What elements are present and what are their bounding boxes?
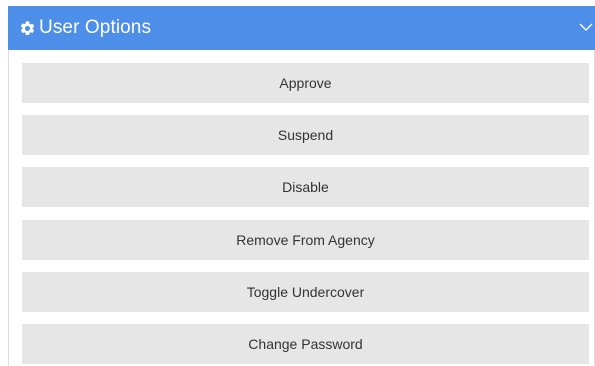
remove-from-agency-button[interactable]: Remove From Agency <box>22 220 589 260</box>
disable-button[interactable]: Disable <box>22 167 589 207</box>
suspend-button[interactable]: Suspend <box>22 115 589 155</box>
approve-button[interactable]: Approve <box>22 63 589 103</box>
toggle-undercover-button[interactable]: Toggle Undercover <box>22 272 589 312</box>
user-options-header[interactable]: User Options <box>8 6 595 50</box>
chevron-down-icon[interactable] <box>579 20 593 34</box>
gear-icon <box>19 20 36 37</box>
change-password-button[interactable]: Change Password <box>22 324 589 364</box>
panel-title: User Options <box>39 17 152 38</box>
